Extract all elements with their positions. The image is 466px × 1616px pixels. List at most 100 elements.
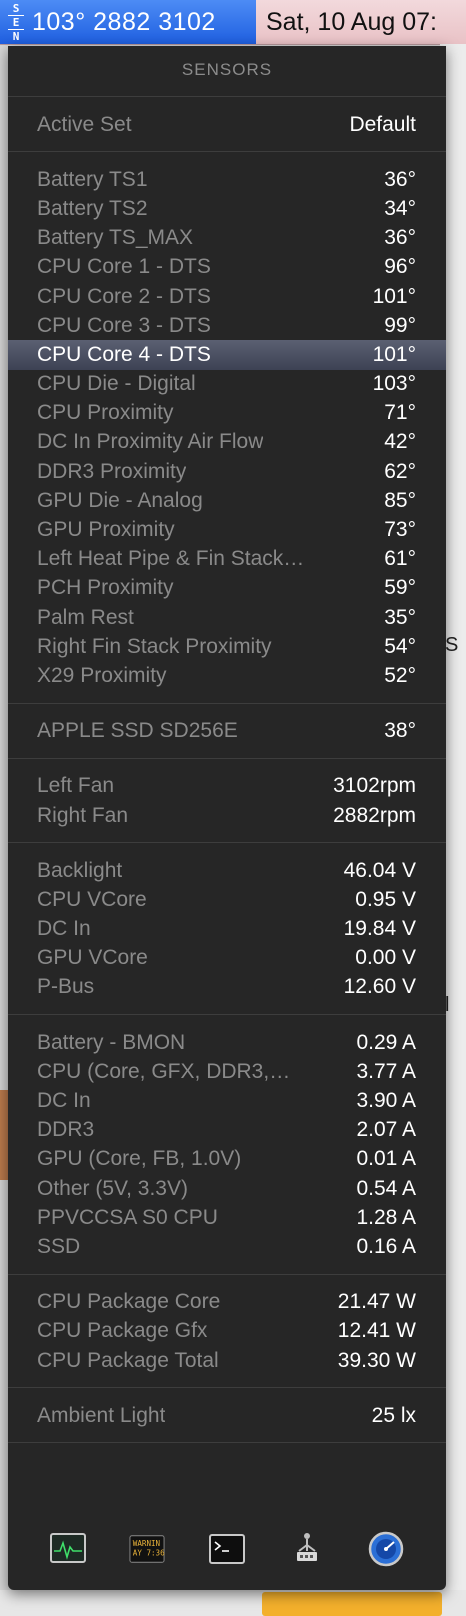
sensor-value: 101°	[372, 284, 416, 308]
sensor-value: 39.30 W	[337, 1348, 416, 1372]
temperature-row[interactable]: PCH Proximity 59°	[8, 574, 446, 603]
disk-row[interactable]: APPLE SSD SD256E 38°	[8, 717, 446, 746]
sensor-value: 2882rpm	[333, 803, 416, 827]
temperature-row[interactable]: CPU Proximity 71°	[8, 399, 446, 428]
menubar-clock[interactable]: Sat, 10 Aug 07:	[266, 8, 437, 37]
panel-title: SENSORS	[181, 60, 273, 79]
temperature-row[interactable]: Left Heat Pipe & Fin Stack… 61°	[8, 545, 446, 574]
sensor-label: APPLE SSD SD256E	[37, 719, 238, 743]
sensor-value: 42°	[384, 430, 416, 454]
voltage-section: Backlight 46.04 V CPU VCore 0.95 V DC In 19.8…	[8, 856, 446, 1002]
power-row[interactable]: CPU Package Core 21.47 W	[8, 1288, 446, 1317]
temperature-row[interactable]: DC In Proximity Air Flow 42°	[8, 428, 446, 457]
active-set-row[interactable]: Active Set Default	[8, 110, 446, 139]
temperature-row[interactable]: Battery TS2 34°	[8, 194, 446, 223]
sensor-label: Battery TS_MAX	[37, 226, 194, 250]
fan-row[interactable]: Left Fan 3102rpm	[8, 772, 446, 801]
sensor-label: Battery TS1	[37, 167, 148, 191]
temperature-row[interactable]: Battery TS_MAX 36°	[8, 224, 446, 253]
temperature-row[interactable]: CPU Core 1 - DTS 96°	[8, 253, 446, 282]
sensor-value: 12.60 V	[343, 975, 416, 999]
temperature-row[interactable]: GPU Proximity 73°	[8, 515, 446, 544]
sensor-label: GPU VCore	[37, 946, 148, 970]
sensor-label: DC In	[37, 1089, 91, 1113]
sensor-label: CPU Core 1 - DTS	[37, 255, 211, 279]
usb-tree-icon[interactable]	[289, 1531, 325, 1567]
current-section: Battery - BMON 0.29 A CPU (Core, GFX, DDR3…	[8, 1028, 446, 1262]
sensor-label: Palm Rest	[37, 605, 134, 629]
voltage-row[interactable]: CPU VCore 0.95 V	[8, 885, 446, 914]
current-row[interactable]: Other (5V, 3.3V) 0.54 A	[8, 1174, 446, 1203]
sensor-label: CPU Package Core	[37, 1290, 221, 1314]
temperature-row[interactable]: CPU Core 4 - DTS 101°	[8, 340, 446, 370]
network-utility-icon[interactable]	[368, 1531, 404, 1567]
light-row[interactable]: Ambient Light 25 lx	[8, 1401, 446, 1430]
sensor-value: 36°	[384, 167, 416, 191]
temperature-row[interactable]: GPU Die - Analog 85°	[8, 486, 446, 515]
current-row[interactable]: DDR3 2.07 A	[8, 1116, 446, 1145]
voltage-row[interactable]: Backlight 46.04 V	[8, 856, 446, 885]
power-row[interactable]: CPU Package Total 39.30 W	[8, 1346, 446, 1375]
current-row[interactable]: GPU (Core, FB, 1.0V) 0.01 A	[8, 1145, 446, 1174]
temperature-section: Battery TS1 36° Battery TS2 34° Battery TS_M…	[8, 165, 446, 690]
sensor-label: Other (5V, 3.3V)	[37, 1176, 188, 1200]
temperature-row[interactable]: DDR3 Proximity 62°	[8, 457, 446, 486]
sensor-value: 62°	[384, 459, 416, 483]
sensor-value: 25 lx	[371, 1403, 416, 1427]
sensor-label: DDR3	[37, 1118, 95, 1142]
temperature-row[interactable]: CPU Core 3 - DTS 99°	[8, 311, 446, 340]
sensor-label: SSD	[37, 1234, 81, 1258]
sensor-label: P-Bus	[37, 975, 95, 999]
terminal-icon[interactable]	[208, 1531, 245, 1567]
sensor-label: Right Fin Stack Proximity	[37, 634, 272, 658]
sensor-value: 1.28 A	[356, 1205, 416, 1229]
menu-separator	[8, 1014, 446, 1016]
menu-separator	[8, 1273, 446, 1275]
sensor-label: CPU (Core, GFX, DDR3,…	[37, 1059, 291, 1083]
sensor-label: PPVCCSA S0 CPU	[37, 1205, 218, 1229]
temperature-row[interactable]: Battery TS1 36°	[8, 165, 446, 194]
sensor-label: GPU Proximity	[37, 518, 175, 542]
voltage-row[interactable]: P-Bus 12.60 V	[8, 973, 446, 1002]
sensor-label: Ambient Light	[37, 1403, 166, 1427]
sensor-label: CPU Package Total	[37, 1348, 219, 1372]
temperature-row[interactable]: CPU Die - Digital 103°	[8, 370, 446, 399]
sensor-value: 61°	[384, 547, 416, 571]
power-row[interactable]: CPU Package Gfx 12.41 W	[8, 1317, 446, 1346]
sensor-label: Battery - BMON	[37, 1030, 186, 1054]
background-window-edge	[0, 1590, 466, 1616]
logo-letter: N	[12, 29, 20, 43]
sensor-value: 0.00 V	[355, 946, 416, 970]
current-row[interactable]: PPVCCSA S0 CPU 1.28 A	[8, 1203, 446, 1232]
sensors-menu-extra[interactable]: S E N 103° 2882 3102	[0, 0, 256, 44]
activity-monitor-icon[interactable]	[49, 1531, 86, 1567]
voltage-row[interactable]: GPU VCore 0.00 V	[8, 944, 446, 973]
sensor-value: 0.16 A	[356, 1234, 416, 1258]
sensor-label: DDR3 Proximity	[37, 459, 187, 483]
current-row[interactable]: CPU (Core, GFX, DDR3,… 3.77 A	[8, 1057, 446, 1086]
current-row[interactable]: SSD 0.16 A	[8, 1232, 446, 1261]
console-icon[interactable]: WARNIN AY 7:36	[129, 1531, 165, 1567]
temperature-row[interactable]: CPU Core 2 - DTS 101°	[8, 282, 446, 311]
current-row[interactable]: Battery - BMON 0.29 A	[8, 1028, 446, 1057]
logo-letter: E	[12, 15, 20, 29]
menu-separator	[8, 1387, 446, 1389]
sensor-label: GPU Die - Analog	[37, 488, 203, 512]
panel-toolbar: WARNIN AY 7:36	[8, 1508, 446, 1590]
menu-separator	[8, 757, 446, 759]
sensors-menu-panel: SENSORS Active Set Default Battery TS1 36…	[8, 46, 446, 1590]
current-row[interactable]: DC In 3.90 A	[8, 1086, 446, 1115]
sensor-label: X29 Proximity	[37, 663, 167, 687]
sensors-readout: 103° 2882 3102	[32, 7, 216, 36]
temperature-row[interactable]: Right Fin Stack Proximity 54°	[8, 632, 446, 661]
sensor-value: 73°	[384, 518, 416, 542]
sensor-value: 36°	[384, 226, 416, 250]
voltage-row[interactable]: DC In 19.84 V	[8, 915, 446, 944]
menu-separator	[8, 1442, 446, 1444]
temperature-row[interactable]: Palm Rest 35°	[8, 603, 446, 632]
power-section: CPU Package Core 21.47 W CPU Package Gfx 12…	[8, 1288, 446, 1376]
fan-row[interactable]: Right Fan 2882rpm	[8, 801, 446, 830]
menu-separator	[8, 151, 446, 153]
sensor-value: 0.54 A	[356, 1176, 416, 1200]
temperature-row[interactable]: X29 Proximity 52°	[8, 661, 446, 690]
